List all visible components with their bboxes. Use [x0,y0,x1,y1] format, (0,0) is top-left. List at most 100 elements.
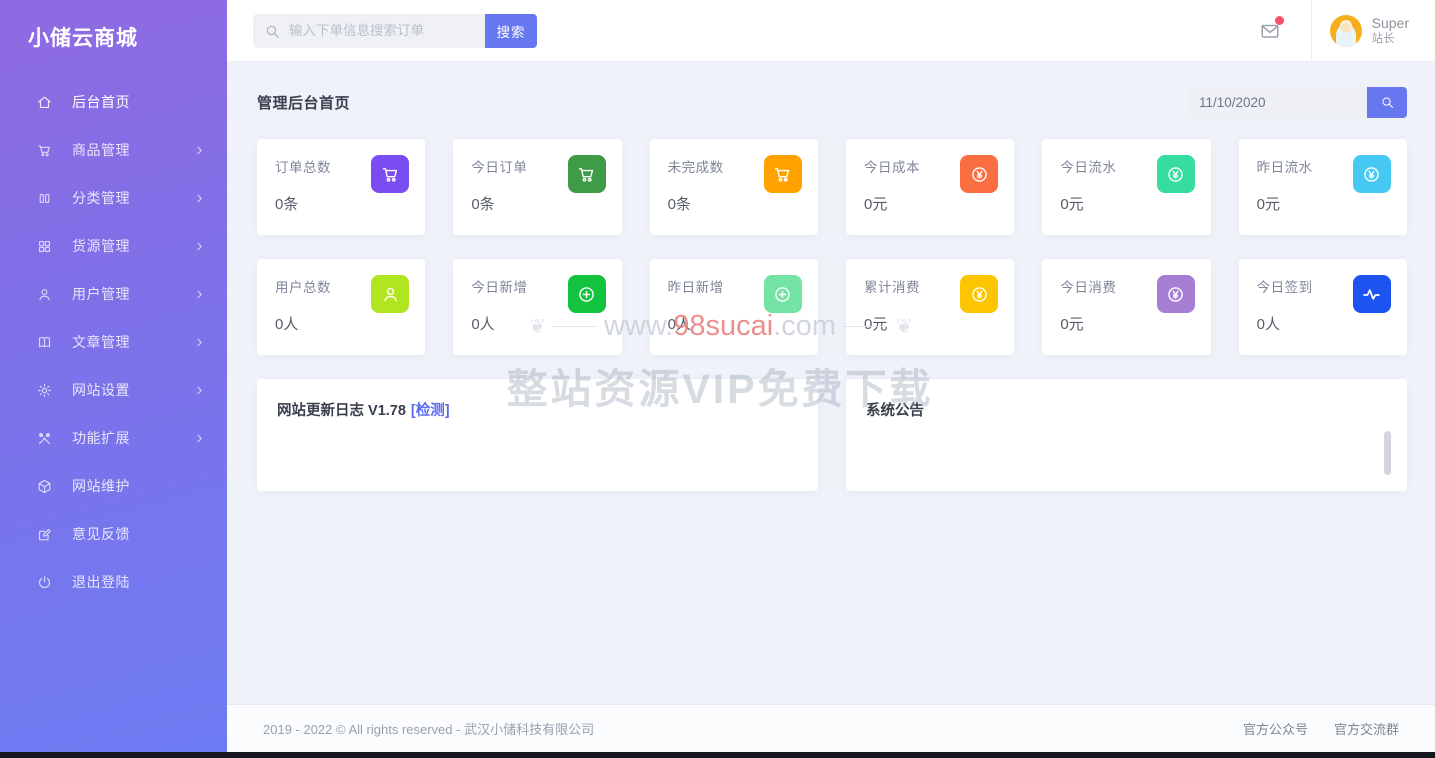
order-search: 搜索 [253,14,537,48]
sidebar-item-label: 文章管理 [72,332,194,352]
sidebar-item-label: 意见反馈 [72,524,194,544]
stat-value: 0元 [1060,193,1192,214]
yen-circle-icon [969,164,990,185]
sidebar-item-网站维护[interactable]: 网站维护 [0,462,227,510]
stat-card: 昨日新增 0人 [650,259,818,355]
columns-icon [36,190,53,207]
admin-dashboard: 小储云商城 后台首页 商品管理 分类管理 货源管理 用户管理 文章管理 网站设置 [0,0,1435,758]
bottom-strip [0,752,1435,758]
plus-circle-icon-badge [764,275,802,313]
mail-button[interactable] [1259,20,1281,42]
cart-icon [576,164,597,185]
home-icon [36,94,53,111]
stat-value: 0条 [471,193,603,214]
cart-icon [772,164,793,185]
stat-card: 今日成本 0元 [846,139,1014,235]
stat-value: 0人 [471,313,603,334]
stat-value: 0元 [864,313,996,334]
sidebar-item-功能扩展[interactable]: 功能扩展 [0,414,227,462]
notification-dot [1275,16,1284,25]
stat-value: 0元 [1257,193,1389,214]
user-meta: Super 站长 [1372,15,1409,47]
chevron-right-icon [194,433,205,444]
changelog-panel: 网站更新日志 V1.78 [检测] [257,379,818,491]
plus-circle-icon [576,284,597,305]
official-account-link[interactable]: 官方公众号 [1243,719,1308,738]
cart-icon-badge [568,155,606,193]
sidebar-item-分类管理[interactable]: 分类管理 [0,174,227,222]
chevron-right-icon [194,193,205,204]
book-icon [36,334,53,351]
search-input[interactable] [253,14,485,48]
search-icon [1380,95,1395,110]
sidebar-item-货源管理[interactable]: 货源管理 [0,222,227,270]
power-icon [36,574,53,591]
yen-circle-icon-badge [960,155,998,193]
stat-value: 0人 [275,313,407,334]
sidebar-item-文章管理[interactable]: 文章管理 [0,318,227,366]
grid-icon [36,238,53,255]
brand-title: 小储云商城 [0,0,227,78]
sidebar-item-label: 货源管理 [72,236,194,256]
sidebar-item-退出登陆[interactable]: 退出登陆 [0,558,227,606]
yen-circle-icon-badge [1157,275,1195,313]
sidebar-item-意见反馈[interactable]: 意见反馈 [0,510,227,558]
stat-card: 今日签到 0人 [1239,259,1407,355]
search-button[interactable]: 搜索 [485,14,537,48]
stat-value: 0人 [1257,313,1389,334]
sidebar-menu: 后台首页 商品管理 分类管理 货源管理 用户管理 文章管理 网站设置 功能扩展 [0,78,227,606]
footer: 2019 - 2022 © All rights reserved - 武汉小储… [227,704,1435,752]
main-content: 管理后台首页 订单总数 0条 今日订单 0条 未完成数 0条 今日成本 0元 今… [227,63,1435,704]
chevron-right-icon [194,241,205,252]
plus-circle-icon [772,284,793,305]
pulse-icon [1361,284,1382,305]
sidebar-item-用户管理[interactable]: 用户管理 [0,270,227,318]
check-update-link[interactable]: [检测] [411,403,450,419]
stat-value: 0条 [275,193,407,214]
footer-links: 官方公众号 官方交流群 [1243,719,1399,738]
sidebar: 小储云商城 后台首页 商品管理 分类管理 货源管理 用户管理 文章管理 网站设置 [0,0,227,752]
date-filter [1187,87,1407,118]
page-title: 管理后台首页 [257,92,350,113]
copyright: 2019 - 2022 © All rights reserved - 武汉小储… [263,719,594,738]
panels: 网站更新日志 V1.78[检测] 系统公告 [257,379,1407,491]
pulse-icon-badge [1353,275,1391,313]
yen-circle-icon-badge [1157,155,1195,193]
stat-card: 订单总数 0条 [257,139,425,235]
notice-scrollbar[interactable] [1384,431,1391,475]
stats-grid: 订单总数 0条 今日订单 0条 未完成数 0条 今日成本 0元 今日流水 0元 … [257,139,1407,355]
sidebar-item-商品管理[interactable]: 商品管理 [0,126,227,174]
sidebar-item-label: 网站维护 [72,476,194,496]
sidebar-item-后台首页[interactable]: 后台首页 [0,78,227,126]
stat-value: 0条 [668,193,800,214]
gear-icon [36,382,53,399]
sidebar-item-网站设置[interactable]: 网站设置 [0,366,227,414]
box-icon [36,478,53,495]
sidebar-item-label: 网站设置 [72,380,194,400]
title-row: 管理后台首页 [257,87,1407,118]
sidebar-item-label: 商品管理 [72,140,194,160]
user-role: 站长 [1372,32,1409,46]
yen-circle-icon-badge [1353,155,1391,193]
avatar [1330,15,1362,47]
changelog-title-text: 网站更新日志 V1.78 [277,403,406,419]
user-name: Super [1372,15,1409,33]
stat-value: 0元 [864,193,996,214]
stat-card: 用户总数 0人 [257,259,425,355]
stat-card: 昨日流水 0元 [1239,139,1407,235]
user-icon [36,286,53,303]
sidebar-item-label: 功能扩展 [72,428,194,448]
cart-icon-badge [764,155,802,193]
yen-circle-icon [1361,164,1382,185]
stat-card: 今日新增 0人 [453,259,621,355]
tools-icon [36,430,53,447]
user-icon [380,284,401,305]
chevron-right-icon [194,289,205,300]
changelog-title: 网站更新日志 V1.78 [检测] [277,399,798,420]
date-input[interactable] [1187,87,1367,118]
cart-icon [36,142,53,159]
user-menu[interactable]: Super 站长 [1312,0,1435,61]
date-search-button[interactable] [1367,87,1407,118]
official-group-link[interactable]: 官方交流群 [1334,719,1399,738]
sidebar-item-label: 用户管理 [72,284,194,304]
